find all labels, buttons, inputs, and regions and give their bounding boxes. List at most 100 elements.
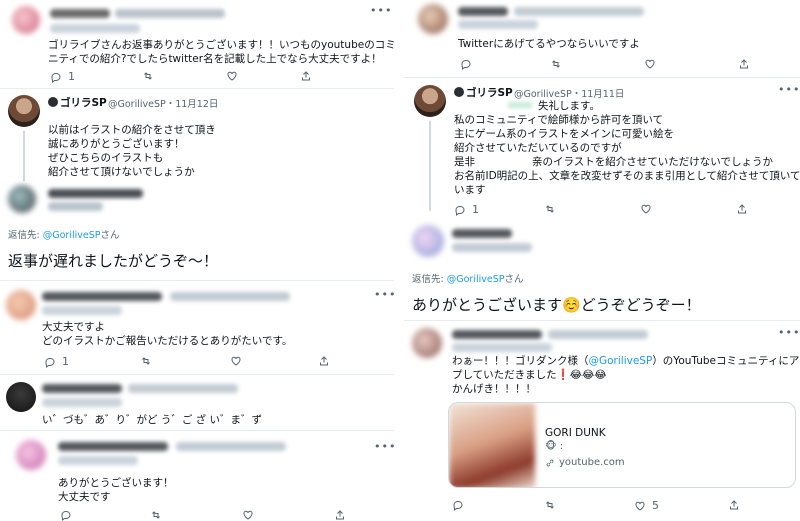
more-icon[interactable]: ••• — [778, 83, 800, 96]
avatar[interactable] — [8, 95, 40, 127]
retweet-button[interactable] — [544, 499, 556, 511]
reply-button[interactable] — [460, 58, 472, 70]
reply-icon — [455, 205, 465, 216]
avatar[interactable] — [412, 225, 444, 257]
handle-blurred — [176, 442, 286, 451]
like-button[interactable] — [226, 70, 238, 82]
divider — [0, 430, 394, 431]
more-icon[interactable]: ••• — [778, 326, 800, 339]
tweet-text: 是非 — [454, 156, 475, 168]
avatar[interactable] — [412, 328, 442, 358]
retweet-icon — [144, 72, 152, 80]
share-button[interactable] — [318, 355, 330, 367]
handle-blurred — [115, 9, 225, 18]
display-name-blurred — [48, 189, 143, 198]
tweet-text: 私のコミュニティで絵師様から許可を頂いて — [454, 114, 664, 126]
link-card-title: GORI DUNK — [545, 427, 606, 439]
avatar[interactable] — [418, 4, 448, 34]
avatar[interactable] — [6, 290, 36, 320]
divider — [0, 280, 394, 281]
tweet-text: Twitterにあげてるやつならいいですよ — [458, 38, 640, 50]
tweet-text: ぜひこちらのイラストも — [48, 152, 164, 164]
tweet-text: 失礼します。 — [538, 100, 600, 112]
retweet-icon — [552, 60, 560, 68]
tweet-card[interactable]: ••• ゴリライブさんお返事ありがとうございます！！いつものyoutubeのコミ… — [0, 0, 394, 88]
display-name[interactable]: ゴリラSP — [60, 95, 107, 110]
thread-line — [23, 131, 25, 181]
retweet-button[interactable] — [142, 70, 154, 82]
like-icon — [635, 501, 645, 511]
reply-button[interactable]: 1 — [454, 203, 479, 216]
reply-to-blurred — [458, 20, 538, 29]
retweet-button[interactable] — [150, 509, 162, 521]
tweet-card[interactable]: 返信先: @GoriliveSPさん 返事が遅れましたがどうぞ～！ — [0, 222, 394, 280]
tweet-text: い゛づも゛あ゛り゛がど う゛ご ざ い゛ま゛ず — [42, 414, 263, 426]
share-button[interactable] — [334, 509, 346, 521]
retweet-icon — [142, 357, 150, 365]
tweet-card[interactable]: ゴリラSP @GoriliveSP・11月11日 ••• 失礼します。 私のコミ… — [404, 79, 800, 217]
tweet-card[interactable]: ••• わぁー！！！ゴリダンク様（@GoriliveSP）のYouTubeコミュ… — [404, 322, 800, 521]
retweet-icon — [546, 501, 554, 509]
tweet-text: 大丈夫です — [58, 491, 111, 503]
link-card[interactable]: GORI DUNK 🐵 : youtube.com — [448, 402, 796, 488]
thread-line — [429, 121, 431, 211]
retweet-icon — [152, 511, 160, 519]
like-button[interactable] — [230, 355, 242, 367]
blurred-mention — [508, 102, 532, 108]
tweet-text: 主にゲーム系のイラストをメインに可愛い絵を — [454, 128, 674, 140]
display-name-blurred — [452, 229, 512, 238]
link-card-domain: youtube.com — [545, 457, 625, 468]
tweet-text-large: 返事が遅れましたがどうぞ～！ — [8, 252, 219, 270]
like-icon — [227, 71, 237, 81]
reply-button[interactable] — [60, 509, 72, 521]
display-name[interactable]: ゴリラSP — [466, 85, 513, 100]
like-button[interactable]: 5 — [634, 499, 659, 512]
handle-date: @GoriliveSP・11月12日 — [108, 99, 219, 110]
reply-button[interactable]: 1 — [50, 70, 75, 83]
share-button[interactable] — [736, 203, 748, 215]
tweet-text: 以前はイラストの紹介をさせて頂き — [48, 124, 216, 136]
share-button[interactable] — [728, 499, 740, 511]
more-icon[interactable]: ••• — [370, 4, 392, 17]
handle-blurred — [48, 202, 103, 211]
tweet-text: 紹介させていただいているのですが — [454, 142, 622, 154]
avatar[interactable] — [12, 6, 40, 34]
like-icon — [641, 204, 651, 214]
reply-button[interactable] — [452, 499, 464, 511]
reply-to-handle[interactable]: @GoriliveSP — [43, 230, 101, 241]
tweet-text: かんげき！！！！ — [452, 383, 536, 395]
tweet-text: わぁー！！！ゴリダンク様（@GoriliveSP）のYouTubeコミュニティに… — [452, 355, 800, 367]
like-button[interactable] — [644, 58, 656, 70]
tweet-card[interactable]: ••• ありがとうございます！ 大丈夫です — [0, 432, 394, 521]
avatar[interactable] — [8, 185, 36, 213]
display-name-blurred — [452, 330, 542, 339]
like-button[interactable] — [640, 203, 652, 215]
share-button[interactable] — [300, 70, 312, 82]
avatar[interactable] — [414, 85, 446, 117]
avatar[interactable] — [16, 440, 46, 470]
more-icon[interactable]: ••• — [374, 440, 394, 453]
tweet-card[interactable]: 返信先: @GoriliveSPさん ありがとうございます☺️どうぞどうぞー！ — [404, 219, 800, 319]
mention-link[interactable]: @GoriliveSP — [589, 355, 653, 367]
retweet-button[interactable] — [140, 355, 152, 367]
tweet-card[interactable]: Twitterにあげてるやつならいいですよ — [404, 0, 800, 76]
tweet-text: お名前ID明記の上、文章を改変せずそのまま引用として紹介させて頂いて — [454, 170, 800, 182]
reply-button[interactable]: 1 — [44, 355, 69, 368]
tweet-text: どのイラストかご報告いただけるとありがたいです。 — [42, 335, 293, 347]
reply-to-handle[interactable]: @GoriliveSP — [447, 274, 505, 285]
display-name-blurred — [58, 442, 168, 451]
avatar[interactable] — [6, 382, 36, 412]
reply-to: 返信先: @GoriliveSPさん — [412, 274, 524, 285]
retweet-button[interactable] — [544, 203, 556, 215]
tweet-card[interactable]: ••• 大丈夫ですよ どのイラストかご報告いただけるとありがたいです。 1 — [0, 282, 394, 372]
reply-icon — [45, 357, 55, 368]
share-button[interactable] — [738, 58, 750, 70]
like-button[interactable] — [242, 509, 254, 521]
retweet-button[interactable] — [550, 58, 562, 70]
tweet-card[interactable]: い゛づも゛あ゛り゛がど う゛ご ざ い゛ま゛ず — [0, 376, 394, 428]
share-icon — [738, 204, 746, 214]
tweet-card[interactable]: ゴリラSP @GoriliveSP・11月12日 以前はイラストの紹介をさせて頂… — [0, 89, 394, 219]
more-icon[interactable]: ••• — [374, 288, 394, 301]
reply-count: 1 — [68, 70, 75, 83]
badge-icon — [48, 97, 58, 107]
